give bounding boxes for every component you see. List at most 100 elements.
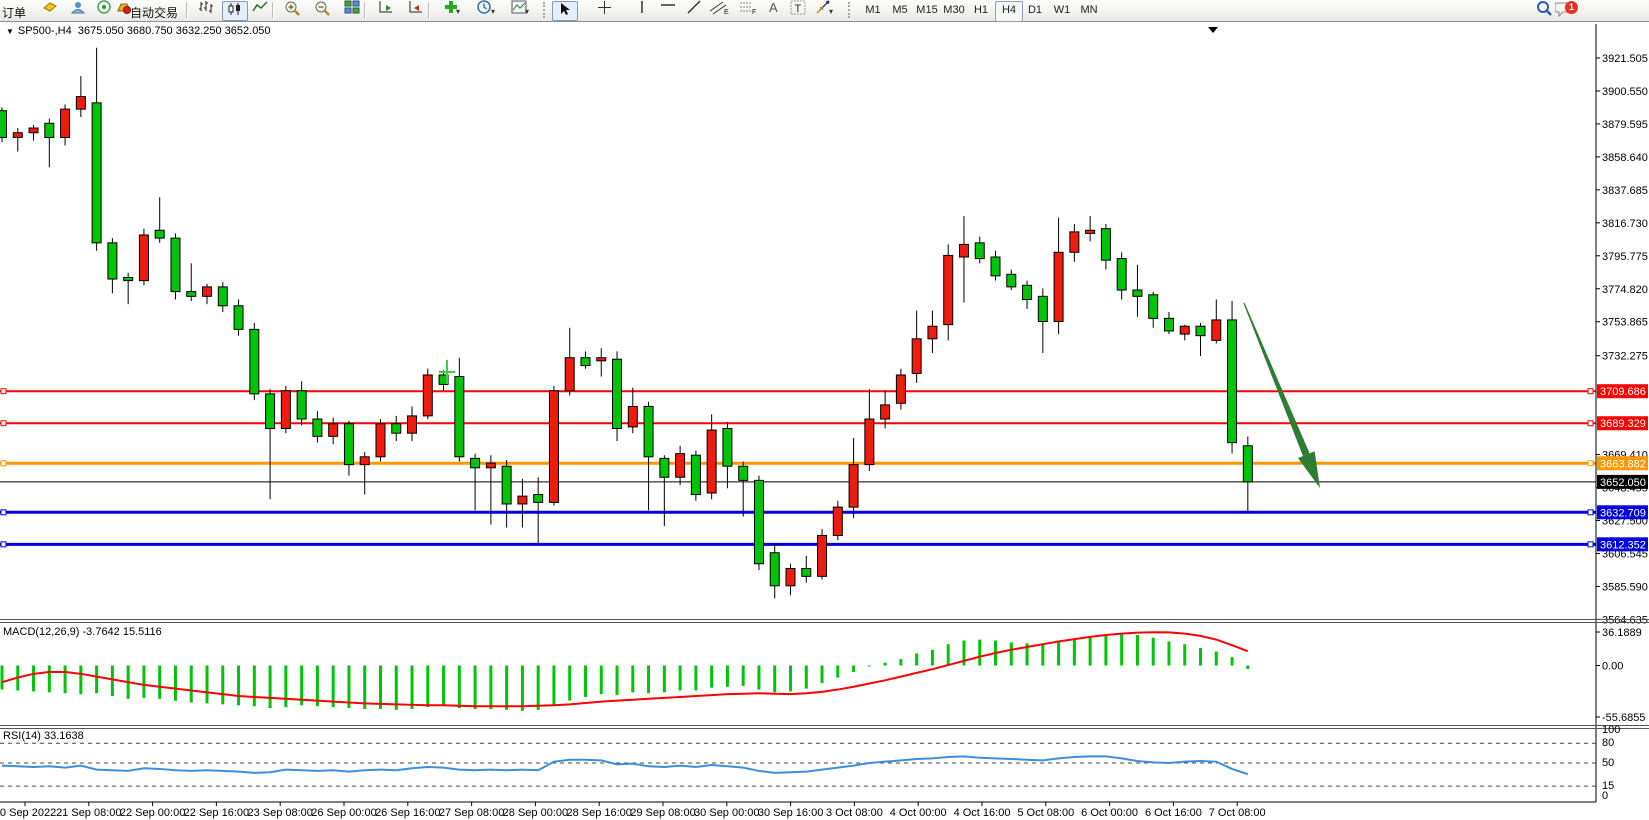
zoom-in-icon[interactable] [280, 0, 304, 20]
autotrading-button[interactable]: 自动交易 [130, 4, 178, 21]
bar-chart-icon[interactable] [194, 0, 218, 20]
svg-text:3753.865: 3753.865 [1602, 317, 1648, 329]
svg-text:27 Sep 08:00: 27 Sep 08:00 [439, 807, 504, 819]
crosshair-tool[interactable] [592, 0, 616, 20]
svg-text:29 Sep 08:00: 29 Sep 08:00 [630, 807, 695, 819]
svg-text:30 Sep 00:00: 30 Sep 00:00 [694, 807, 759, 819]
toolbar-separator [186, 2, 188, 18]
svg-text:3732.275: 3732.275 [1602, 351, 1648, 363]
svg-text:21 Sep 08:00: 21 Sep 08:00 [56, 807, 121, 819]
price-badge: 3709.686 [1600, 386, 1646, 398]
svg-text:6 Oct 00:00: 6 Oct 00:00 [1081, 807, 1138, 819]
text-tool[interactable]: A [762, 0, 786, 20]
annotations [439, 27, 1320, 488]
svg-text:0: 0 [1602, 790, 1608, 802]
svg-text:3564.635: 3564.635 [1602, 614, 1648, 626]
svg-text:7 Oct 08:00: 7 Oct 08:00 [1209, 807, 1266, 819]
macd-current-values: -3.7642 15.5116 [82, 626, 161, 638]
cursor-tool[interactable] [552, 1, 578, 21]
gold-box-icon[interactable] [38, 0, 62, 20]
pane-separators [0, 620, 1649, 729]
community-icon[interactable] [66, 0, 90, 20]
svg-text:26 Sep 00:00: 26 Sep 00:00 [311, 807, 376, 819]
price-badge: 3652.050 [1600, 477, 1646, 489]
time-axis: 20 Sep 202221 Sep 08:0022 Sep 00:0022 Se… [0, 802, 1596, 819]
svg-text:28 Sep 00:00: 28 Sep 00:00 [503, 807, 568, 819]
toolbar-grip[interactable] [848, 2, 853, 18]
svg-text:E: E [724, 9, 729, 15]
line-handles [1, 389, 1593, 547]
add-indicator-button[interactable]: ▾ [436, 0, 466, 20]
svg-text:A: A [769, 0, 778, 14]
tile-windows-icon[interactable] [340, 0, 364, 20]
trend-arrow-object [1243, 303, 1309, 456]
vertical-line-tool[interactable] [630, 0, 654, 20]
fibonacci-tool[interactable]: F [736, 0, 762, 20]
svg-text:6 Oct 16:00: 6 Oct 16:00 [1145, 807, 1202, 819]
svg-text:50: 50 [1602, 757, 1614, 769]
timeframe-button-M5[interactable]: M5 [887, 1, 913, 20]
toolbar-separator [428, 2, 430, 18]
text-label-tool[interactable]: T [786, 0, 810, 20]
toolbar-grip[interactable] [543, 2, 548, 18]
zoom-out-icon[interactable] [310, 0, 334, 20]
horizontal-line-tool[interactable] [656, 0, 680, 20]
line-chart-icon[interactable] [248, 0, 272, 20]
new-order-button[interactable]: 订单 [2, 4, 26, 21]
svg-text:3921.505: 3921.505 [1602, 53, 1648, 65]
svg-text:-55.6855: -55.6855 [1602, 712, 1645, 724]
chart-title: ▼ SP500-,H4 3675.050 3680.750 3632.250 36… [6, 25, 271, 37]
timeframe-button-D1[interactable]: D1 [1022, 1, 1048, 20]
template-button[interactable]: ▾ [504, 0, 534, 20]
svg-text:22 Sep 16:00: 22 Sep 16:00 [184, 807, 249, 819]
svg-text:5 Oct 08:00: 5 Oct 08:00 [1017, 807, 1074, 819]
svg-text:3879.595: 3879.595 [1602, 119, 1648, 131]
price-badge: 3689.329 [1600, 418, 1646, 430]
mt4-window: 订单 自动交易 ▾ [0, 0, 1649, 820]
timeframe-button-M30[interactable]: M30 [941, 1, 967, 20]
toolbar-separator [364, 2, 366, 18]
trendline-tool[interactable] [682, 0, 706, 20]
timeframe-toolbar: M1M5M15M30H1H4D1W1MN [860, 0, 1120, 21]
macd-signal-line [2, 632, 1248, 706]
macd-label: MACD(12,26,9) -3.7642 15.5116 [3, 626, 162, 638]
svg-text:26 Sep 16:00: 26 Sep 16:00 [375, 807, 440, 819]
rsi-line [2, 756, 1248, 774]
candlestick-chart-icon[interactable] [222, 1, 248, 21]
timeframe-button-M1[interactable]: M1 [860, 1, 886, 20]
svg-text:3858.640: 3858.640 [1602, 152, 1648, 164]
rsi-pane: 1008050150 [0, 724, 1620, 802]
svg-text:20 Sep 2022: 20 Sep 2022 [0, 807, 56, 819]
svg-text:80: 80 [1602, 737, 1614, 749]
timeframe-button-M15[interactable]: M15 [914, 1, 940, 20]
rsi-current-value: 33.1638 [44, 730, 84, 742]
chart-symbol-period: SP500-,H4 [18, 25, 72, 37]
svg-text:28 Sep 16:00: 28 Sep 16:00 [566, 807, 631, 819]
timeframe-button-H1[interactable]: H1 [968, 1, 994, 20]
chart-expand-icon[interactable]: ▼ [6, 27, 14, 36]
svg-text:3795.775: 3795.775 [1602, 251, 1648, 263]
chart-canvas[interactable]: 3921.5053900.5503879.5953858.6403837.685… [0, 0, 1649, 820]
svg-text:4 Oct 00:00: 4 Oct 00:00 [890, 807, 947, 819]
price-badge: 3632.709 [1600, 507, 1646, 519]
period-button[interactable]: ▾ [470, 0, 500, 20]
chart-ohlc-values: 3675.050 3680.750 3632.250 3652.050 [78, 25, 271, 37]
svg-text:T: T [795, 3, 802, 15]
timeframe-button-W1[interactable]: W1 [1049, 1, 1075, 20]
channel-tool[interactable]: E [706, 0, 734, 20]
svg-text:3585.590: 3585.590 [1602, 581, 1648, 593]
macd-pane: 36.18890.00-55.6855 [2, 627, 1645, 724]
timeframe-button-MN[interactable]: MN [1076, 1, 1102, 20]
price-badge: 3663.882 [1600, 458, 1646, 470]
svg-text:3 Oct 08:00: 3 Oct 08:00 [826, 807, 883, 819]
timeframe-button-H4[interactable]: H4 [995, 1, 1023, 22]
svg-text:F: F [752, 9, 756, 15]
svg-text:4 Oct 16:00: 4 Oct 16:00 [954, 807, 1011, 819]
svg-text:3816.730: 3816.730 [1602, 218, 1648, 230]
notification-badge[interactable]: 1 [1565, 1, 1578, 14]
horizontal-line-objects [0, 391, 1596, 544]
chart-shift-icon[interactable] [404, 0, 428, 20]
auto-scroll-icon[interactable] [374, 0, 398, 20]
price-axis: 3921.5053900.5503879.5953858.6403837.685… [1596, 24, 1648, 802]
arrows-tool[interactable]: ▾ [808, 0, 838, 20]
